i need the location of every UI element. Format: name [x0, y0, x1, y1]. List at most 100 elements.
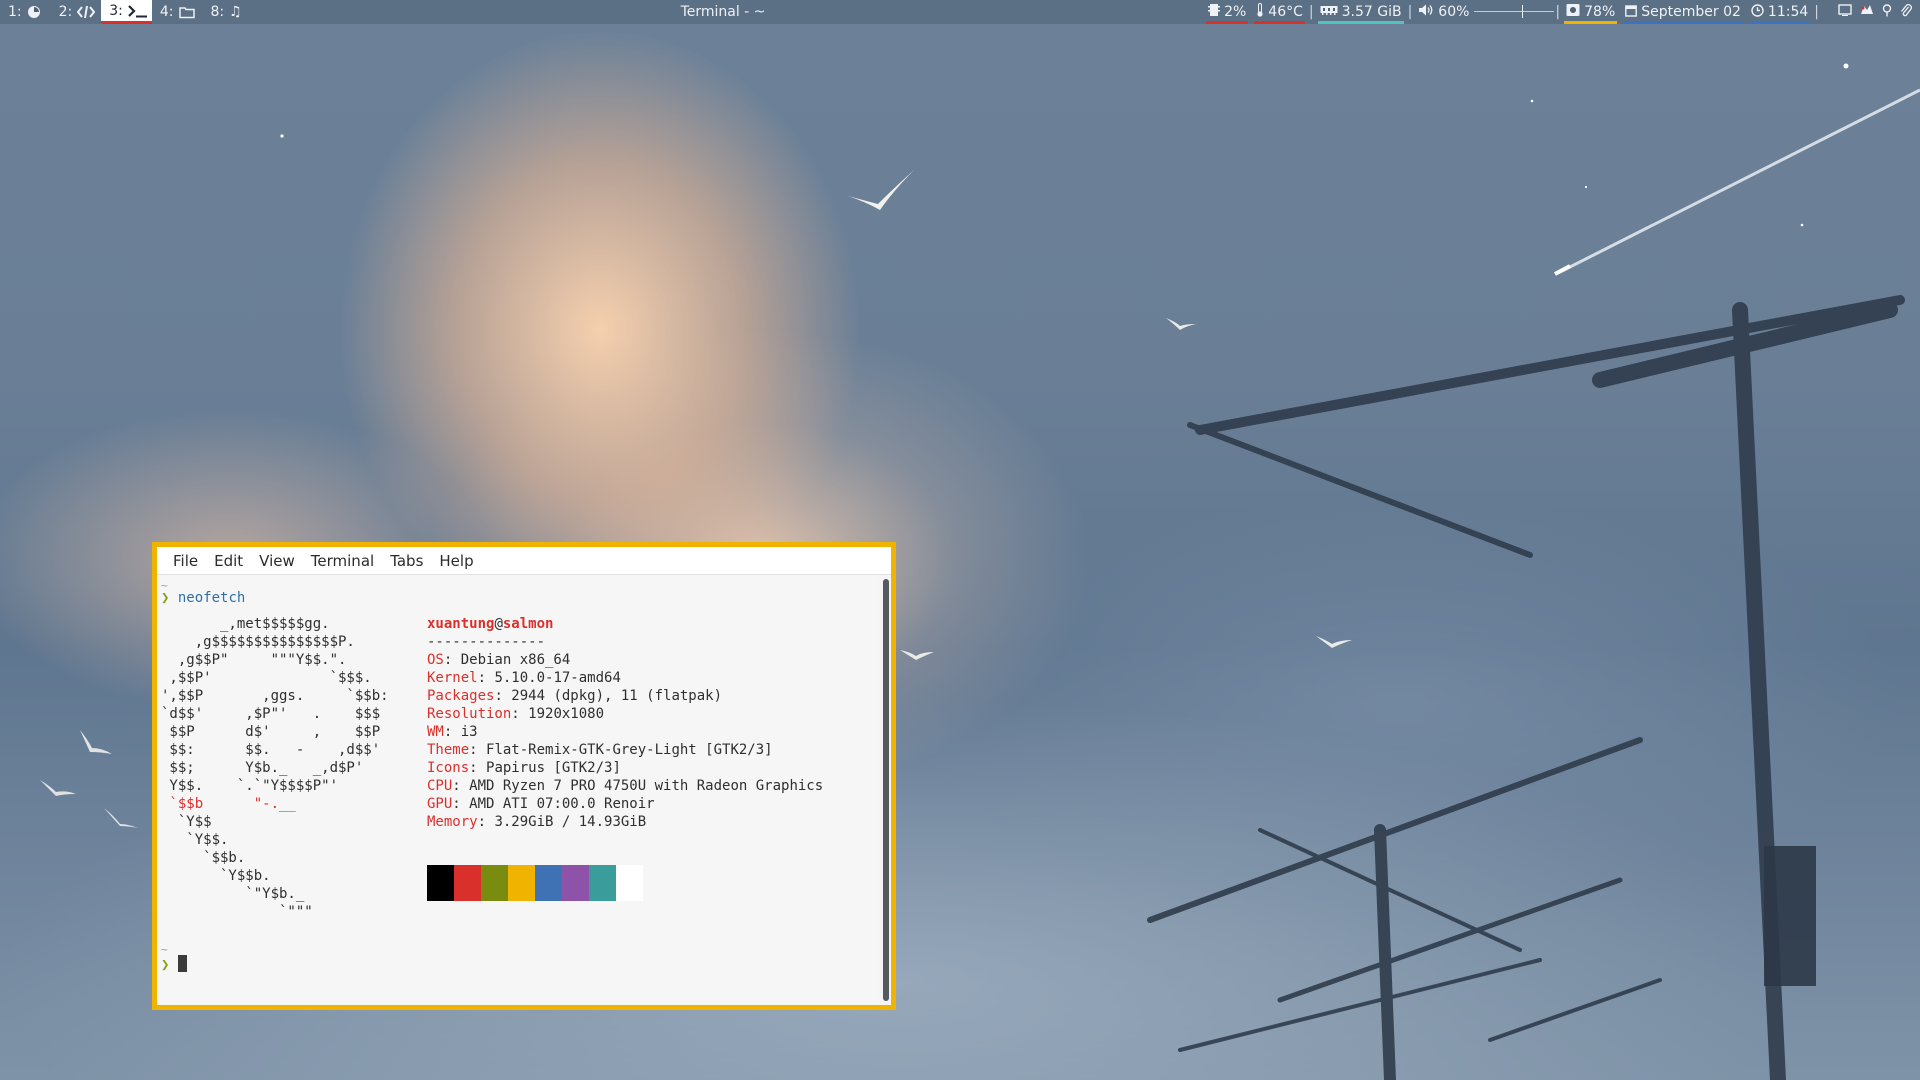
terminal-icon [128, 4, 147, 18]
workspace-4[interactable]: 4: [152, 0, 203, 24]
active-prompt[interactable]: ❯ [161, 955, 187, 973]
info-key: CPU [427, 778, 453, 794]
ascii-line: `""" [161, 904, 313, 920]
palette-swatch [508, 865, 535, 901]
palette-swatch [481, 865, 508, 901]
info-separator: -------------- [427, 634, 546, 650]
entered-command: neofetch [177, 590, 246, 606]
thermometer-icon [1256, 3, 1264, 21]
info-key: Packages [427, 688, 495, 704]
calendar-icon [1625, 4, 1638, 21]
scrollbar-thumb[interactable] [883, 579, 889, 1001]
volume-module[interactable]: 60% [1413, 0, 1474, 24]
ascii-line: `$$b "-.__ [161, 796, 296, 812]
brightness-module[interactable]: 78% [1561, 0, 1620, 24]
code-icon [77, 5, 96, 19]
brightness-level: 78% [1584, 4, 1616, 20]
cpu-underline [1206, 21, 1249, 24]
terminal-scrollbar[interactable] [883, 579, 889, 1001]
ascii-line: $$P d$' , $$P [161, 724, 381, 740]
info-value: 2944 (dpkg), 11 (flatpak) [511, 688, 723, 704]
info-value: Debian x86_64 [460, 652, 571, 668]
app-tray-icon[interactable] [1860, 4, 1874, 20]
ascii-line: $$; Y$b._ _,d$P' [161, 760, 364, 776]
info-value: AMD Ryzen 7 PRO 4750U with Radeon Graphi… [469, 778, 824, 794]
window-tray-icon[interactable] [1838, 4, 1852, 20]
volume-slider[interactable] [1474, 0, 1555, 24]
info-key: OS [427, 652, 444, 668]
ascii-line: ,g$$$$$$$$$$$$$$$P. [161, 634, 355, 650]
workspace-8-number: 8: [210, 3, 225, 20]
ascii-line: `Y$$b. [161, 868, 271, 884]
info-key: Resolution [427, 706, 512, 722]
cpu-temperature: 46°C [1268, 4, 1303, 20]
menu-edit[interactable]: Edit [206, 552, 251, 570]
memory-icon [1320, 4, 1338, 20]
terminal-menubar: File Edit View Terminal Tabs Help [157, 547, 891, 575]
folder-icon [178, 5, 195, 19]
ascii-line: ,g$$P" """Y$$.". [161, 652, 347, 668]
palette-swatch [535, 865, 562, 901]
clock-icon [27, 5, 43, 19]
info-key: Memory [427, 814, 478, 830]
workspace-switcher: 1: 2: 3: 4: 8: ♫ [0, 0, 250, 24]
paperclip-tray-icon[interactable] [1900, 3, 1912, 21]
workspace-2[interactable]: 2: [51, 0, 102, 24]
cpu-module[interactable]: 2% [1203, 0, 1251, 24]
menu-view[interactable]: View [251, 552, 303, 570]
workspace-8[interactable]: 8: ♫ [203, 0, 250, 24]
menu-help[interactable]: Help [431, 552, 481, 570]
ascii-line: `$$b. [161, 850, 246, 866]
terminal-window[interactable]: File Edit View Terminal Tabs Help ~ ❯ ne… [152, 542, 896, 1010]
command-line: ❯ neofetch [161, 589, 245, 607]
clock-module[interactable]: 11:54 [1746, 0, 1813, 24]
palette-swatch [589, 865, 616, 901]
ascii-line: `Y$$. [161, 832, 229, 848]
focused-window-title: Terminal - ~ [680, 4, 766, 20]
temperature-module[interactable]: 46°C [1251, 0, 1308, 24]
volume-slider-track [1474, 11, 1555, 12]
volume-slider-thumb[interactable] [1522, 5, 1524, 18]
menu-tabs[interactable]: Tabs [382, 552, 431, 570]
menu-terminal[interactable]: Terminal [303, 552, 382, 570]
info-key: Kernel [427, 670, 478, 686]
text-cursor [177, 955, 187, 972]
brightness-icon [1566, 3, 1580, 21]
ascii-line: `Y$$ [161, 814, 212, 830]
menu-file[interactable]: File [165, 552, 206, 570]
info-value: Flat-Remix-GTK-Grey-Light [GTK2/3] [486, 742, 773, 758]
system-info: xuantung@salmon -------------- OS: Debia… [427, 616, 824, 830]
date-module[interactable]: September 02 [1620, 0, 1746, 24]
brightness-underline [1564, 21, 1618, 24]
ascii-line: Y$$. `.`"Y$$$$P"' [161, 778, 339, 794]
location-tray-icon[interactable] [1882, 3, 1892, 21]
at-sign: @ [494, 616, 503, 632]
info-value: 3.29GiB / 14.93GiB [494, 814, 647, 830]
palette-swatch [562, 865, 589, 901]
current-date: September 02 [1641, 4, 1741, 20]
ascii-line: ,$$P' `$$$. [161, 670, 372, 686]
workspace-2-number: 2: [58, 3, 73, 20]
info-value: 5.10.0-17-amd64 [494, 670, 621, 686]
workspace-4-number: 4: [159, 3, 174, 20]
palette-swatch [427, 865, 454, 901]
date-underline [1623, 21, 1743, 24]
system-tray [1820, 3, 1920, 21]
ascii-line: _,met$$$$$gg. [161, 616, 330, 632]
debian-ascii-logo: _,met$$$$$gg. ,g$$$$$$$$$$$$$$$P. ,g$$P"… [161, 615, 389, 921]
info-key: GPU [427, 796, 453, 812]
ascii-line: `"Y$b._ [161, 886, 305, 902]
workspace-3-number: 3: [109, 2, 123, 19]
current-time: 11:54 [1767, 4, 1809, 20]
ascii-line: $$: $$. - ,d$$' [161, 742, 381, 758]
memory-module[interactable]: 3.57 GiB [1315, 0, 1407, 24]
music-note-icon: ♫ [229, 3, 242, 20]
workspace-3[interactable]: 3: [101, 0, 152, 24]
memory-underline [1317, 21, 1404, 24]
terminal-output[interactable]: ~ ❯ neofetch _,met$$$$$gg. ,g$$$$$$$$$$$… [157, 575, 879, 1005]
info-key: WM [427, 724, 444, 740]
clock-icon [1751, 3, 1764, 21]
workspace-1[interactable]: 1: [0, 0, 51, 24]
cpu-usage: 2% [1224, 4, 1247, 20]
info-value: 1920x1080 [528, 706, 605, 722]
